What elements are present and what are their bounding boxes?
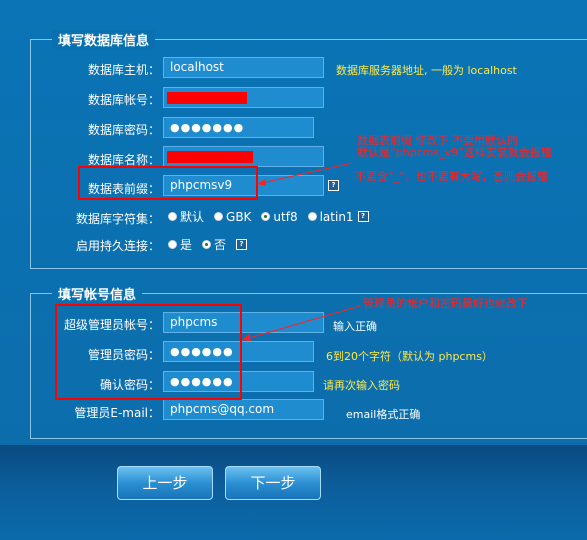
admin-arrowhead: [242, 334, 251, 341]
prefix-note-line2: 默认是“phpcms_v9”这样安装就会报错: [357, 146, 552, 159]
admin-arrow-line: [241, 305, 361, 341]
prefix-arrow-line: [256, 162, 353, 185]
admin-note: 管理员的帐户和密码最好也修改下: [363, 297, 528, 310]
prefix-arrowhead: [257, 179, 266, 186]
next-step-button[interactable]: 下一步: [225, 466, 321, 500]
annotation-arrows: [241, 162, 361, 341]
prefix-note-line3: 不要含“_”，也不要有大写，否则会报错: [355, 170, 548, 183]
prev-step-button[interactable]: 上一步: [117, 466, 213, 500]
